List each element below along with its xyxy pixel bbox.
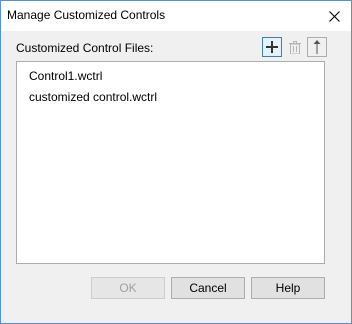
close-icon (328, 10, 340, 22)
ok-button[interactable]: OK (91, 277, 165, 299)
control-files-list[interactable]: Control1.wctrl customized control.wctrl (16, 61, 325, 264)
delete-file-button[interactable] (285, 37, 305, 57)
help-button[interactable]: Help (251, 277, 325, 299)
list-item[interactable]: Control1.wctrl (29, 69, 102, 83)
add-file-button[interactable] (262, 37, 282, 57)
arrow-up-icon (313, 40, 321, 54)
close-button[interactable] (317, 1, 351, 31)
plus-icon (266, 41, 278, 53)
cancel-button[interactable]: Cancel (171, 277, 245, 299)
files-section-label: Customized Control Files: (16, 41, 154, 55)
title-bar[interactable]: Manage Customized Controls (1, 1, 351, 31)
dialog-window: Manage Customized Controls Customized Co… (0, 0, 352, 324)
move-up-button[interactable] (307, 37, 327, 57)
window-title: Manage Customized Controls (7, 8, 166, 22)
trash-icon (289, 40, 301, 54)
list-item[interactable]: customized control.wctrl (29, 90, 157, 104)
